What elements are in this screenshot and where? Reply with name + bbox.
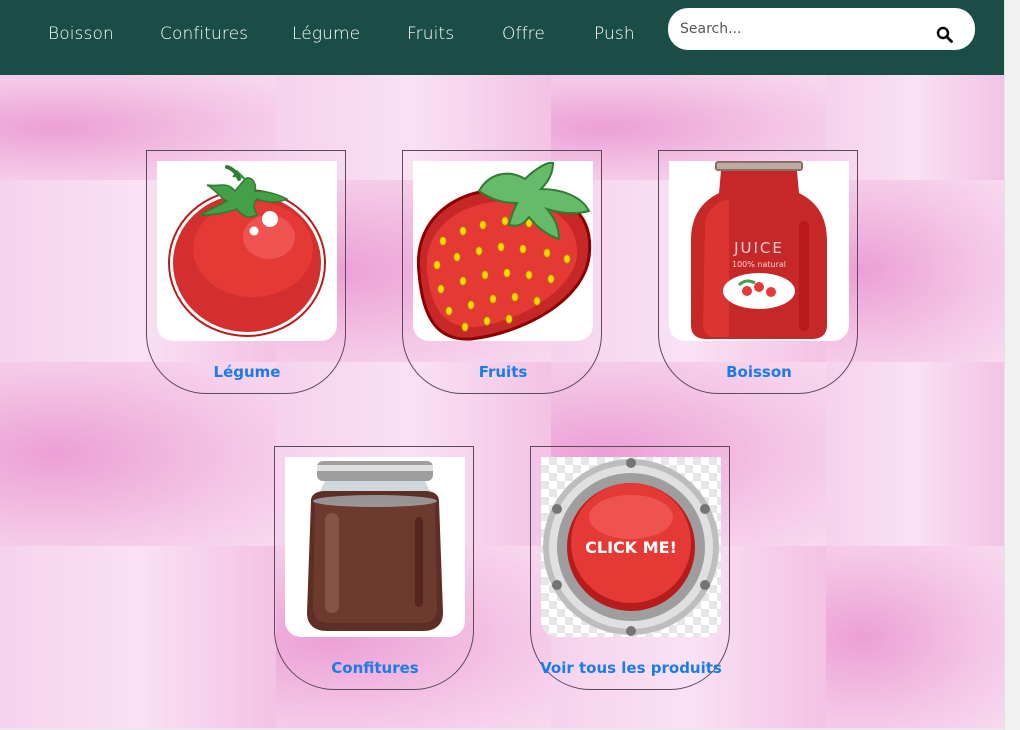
strawberry-seed <box>437 284 445 294</box>
tomato-image <box>157 161 337 341</box>
strawberry-seed <box>533 296 541 306</box>
category-card-fruits[interactable]: Fruits <box>402 150 602 394</box>
category-card-all-products[interactable]: CLICK ME! Voir tous les produits <box>530 446 730 690</box>
texture-tile <box>0 546 276 730</box>
strawberry-seed <box>525 270 533 280</box>
strawberry-seed <box>501 216 509 226</box>
category-label: Voir tous les produits <box>540 659 722 677</box>
category-label: Confitures <box>331 659 419 677</box>
strawberry-seed <box>467 300 475 310</box>
category-card-confitures[interactable]: Confitures <box>274 446 474 690</box>
nav-item-confitures[interactable]: Confitures <box>160 24 248 44</box>
search-box <box>668 8 975 50</box>
strawberry-seed <box>459 276 467 286</box>
nav-item-boisson[interactable]: Boisson <box>48 24 114 44</box>
strawberry-seed <box>543 248 551 258</box>
category-label: Boisson <box>726 363 792 381</box>
strawberry-seed <box>505 314 513 324</box>
strawberry-seed <box>547 274 555 284</box>
strawberry-seed <box>489 294 497 304</box>
nav-item-fruits[interactable]: Fruits <box>407 24 454 44</box>
category-label: Légume <box>213 363 281 381</box>
strawberry-seed <box>459 226 467 236</box>
juice-bottle-image: JUICE 100% natural <box>669 161 849 341</box>
texture-tile <box>826 362 1004 546</box>
strawberry-seed <box>497 242 505 252</box>
search-button[interactable] <box>936 26 956 46</box>
strawberry-seed <box>439 236 447 246</box>
strawberry-seed <box>479 220 487 230</box>
strawberry-seed <box>461 322 469 332</box>
nav-item-legume[interactable]: Légume <box>292 24 360 44</box>
category-label: Fruits <box>478 363 528 381</box>
search-icon <box>936 26 953 43</box>
strawberry-seed <box>503 268 511 278</box>
strawberry-seed <box>519 244 527 254</box>
navbar: Boisson Confitures Légume Fruits Offre P… <box>0 0 1004 75</box>
juice-label-subtitle: 100% natural <box>732 260 786 269</box>
category-card-boisson[interactable]: JUICE 100% natural Boisson <box>658 150 858 394</box>
strawberry-seed <box>563 254 571 264</box>
strawberry-seed <box>445 306 453 316</box>
jam-jar-image <box>285 457 465 637</box>
page-viewport: Boisson Confitures Légume Fruits Offre P… <box>0 0 1004 730</box>
strawberry-seed <box>511 292 519 302</box>
nav-item-push[interactable]: Push <box>594 24 635 44</box>
strawberry-seed <box>483 316 491 326</box>
strawberry-seed <box>481 270 489 280</box>
strawberry-seed <box>453 252 461 262</box>
strawberry-seed <box>475 246 483 256</box>
juice-label-title: JUICE <box>733 239 784 257</box>
strawberry-image <box>413 161 593 341</box>
nav-item-offre[interactable]: Offre <box>502 24 545 44</box>
click-me-button-image: CLICK ME! <box>541 457 721 637</box>
search-input[interactable] <box>680 19 920 39</box>
click-me-text: CLICK ME! <box>585 538 677 557</box>
texture-tile <box>826 546 1004 730</box>
category-card-legume[interactable]: Légume <box>146 150 346 394</box>
vertical-scrollbar[interactable] <box>1004 0 1020 730</box>
strawberry-seed <box>433 260 441 270</box>
